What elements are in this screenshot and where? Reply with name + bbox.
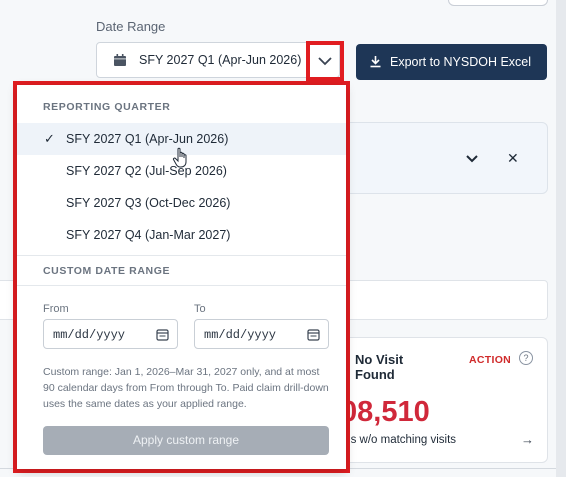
- no-visit-card[interactable]: No Visit Found ACTION ? 08,510 ms w/o ma…: [340, 337, 548, 463]
- from-date-input[interactable]: mm/dd/yyyy: [43, 319, 178, 349]
- help-icon[interactable]: ?: [519, 351, 533, 365]
- to-date-placeholder: mm/dd/yyyy: [204, 328, 277, 342]
- hand-cursor-icon: [172, 147, 190, 174]
- quarter-option-q3[interactable]: SFY 2027 Q3 (Oct-Dec 2026): [17, 187, 346, 219]
- collapsed-panel: ✕: [340, 122, 548, 194]
- to-date-input[interactable]: mm/dd/yyyy: [194, 319, 329, 349]
- check-icon: ✓: [44, 131, 55, 146]
- from-label: From: [43, 303, 69, 315]
- apply-custom-range-button[interactable]: Apply custom range: [43, 426, 329, 455]
- quarter-heading: REPORTING QUARTER: [43, 101, 171, 113]
- input-fragment: [0, 280, 14, 320]
- scroll-gutter: [556, 0, 566, 477]
- card-subtext: ms w/o matching visits: [341, 434, 457, 446]
- quarter-option-label: SFY 2027 Q3 (Oct-Dec 2026): [66, 196, 231, 210]
- action-badge: ACTION: [469, 354, 512, 366]
- custom-range-help: Custom range: Jan 1, 2026–Mar 31, 2027 o…: [43, 366, 329, 410]
- calendar-icon: [113, 53, 127, 67]
- chevron-down-icon: [318, 57, 332, 66]
- chevron-down-icon[interactable]: [465, 151, 479, 169]
- arrow-right-icon[interactable]: →: [521, 432, 534, 447]
- quarter-option-q4[interactable]: SFY 2027 Q4 (Jan-Mar 2027): [17, 219, 346, 251]
- custom-range-heading: CUSTOM DATE RANGE: [43, 265, 171, 277]
- download-icon: [369, 55, 382, 71]
- export-button[interactable]: Export to NYSDOH Excel: [356, 44, 547, 80]
- top-button-fragment[interactable]: [448, 0, 548, 6]
- search-input[interactable]: [340, 280, 548, 320]
- to-label: To: [194, 303, 206, 315]
- quarter-option-label: SFY 2027 Q2 (Jul-Sep 2026): [66, 164, 227, 178]
- quarter-option-label: SFY 2027 Q1 (Apr-Jun 2026): [66, 132, 229, 146]
- close-icon[interactable]: ✕: [507, 150, 519, 167]
- from-date-placeholder: mm/dd/yyyy: [53, 328, 126, 342]
- card-value: 08,510: [341, 396, 430, 428]
- quarter-option-label: SFY 2027 Q4 (Jan-Mar 2027): [66, 228, 231, 242]
- date-range-toggle[interactable]: [306, 41, 344, 81]
- divider: [17, 255, 346, 256]
- card-title: No Visit Found: [355, 352, 404, 382]
- divider: [17, 285, 346, 286]
- calendar-icon[interactable]: [156, 328, 169, 345]
- date-range-select[interactable]: SFY 2027 Q1 (Apr-Jun 2026): [96, 42, 340, 78]
- calendar-icon[interactable]: [307, 328, 320, 345]
- export-label: Export to NYSDOH Excel: [390, 55, 532, 69]
- date-range-label: Date Range: [96, 19, 166, 34]
- selected-range-text: SFY 2027 Q1 (Apr-Jun 2026): [139, 53, 302, 67]
- date-range-dropdown: REPORTING QUARTER ✓ SFY 2027 Q1 (Apr-Jun…: [17, 85, 346, 469]
